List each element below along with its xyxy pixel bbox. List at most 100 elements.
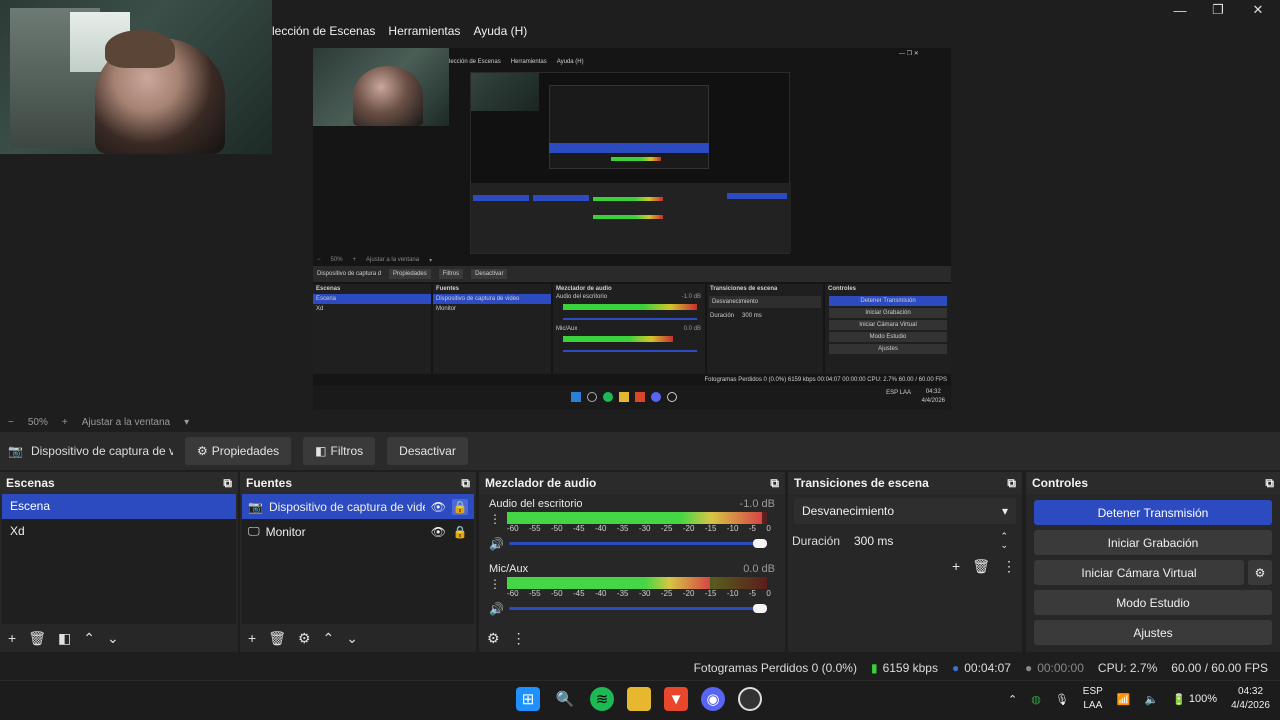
move-down-icon[interactable]: ⌄ [346,630,358,647]
move-up-icon[interactable]: ⌃ [83,630,95,647]
mixer-toolbar: ⚙ ⋮ [479,624,785,652]
volume-slider[interactable] [509,604,767,613]
nested-context-source: Dispositivo de captura d [317,271,382,277]
meter-tick-label: -50 [550,524,563,533]
status-dot-icon[interactable]: ◍ [1031,693,1041,706]
meter-tick-label: -25 [660,589,673,598]
camera-icon: 📷 [248,499,263,514]
spotify-icon[interactable]: ≋ [590,687,614,711]
gear-icon[interactable]: ⚙ [487,630,500,647]
zoom-out-button[interactable]: − [8,417,14,428]
move-up-icon[interactable]: ⌃ [323,630,335,647]
search-icon[interactable]: 🔍 [553,687,577,711]
microphone-icon[interactable]: 🎙 [1055,693,1069,706]
lock-icon[interactable]: 🔒 [452,498,468,515]
clock[interactable]: 04:32 4/4/2026 [1231,685,1270,713]
lock-icon[interactable]: 🔒 [452,524,468,540]
undock-icon[interactable]: ⧉ [1265,476,1274,491]
channel-db: 0.0 dB [743,563,775,575]
eye-icon[interactable]: 👁 [431,500,446,514]
close-button[interactable]: ✕ [1238,0,1278,20]
kebab-menu-icon[interactable]: ⋮ [489,577,501,591]
battery-indicator[interactable]: 🔋 100% [1172,693,1217,706]
wifi-icon[interactable]: 📶 [1117,693,1131,706]
spin-arrows-icon[interactable]: ⌃ ⌄ [1000,532,1008,550]
add-icon[interactable]: + [8,630,16,646]
speaker-icon[interactable]: 🔊 [489,602,504,616]
fit-to-window[interactable]: Ajustar a la ventana [82,417,170,428]
transitions-dock: Transiciones de escena ⧉ Desvanecimiento … [788,472,1022,652]
nested-context-btn: Propiedades [389,269,431,279]
meter-tick-label: -35 [616,589,629,598]
speaker-icon[interactable]: 🔊 [489,537,504,551]
kebab-menu-icon[interactable]: ⋮ [512,630,526,647]
obs-icon[interactable] [738,687,762,711]
virtual-cam-settings-button[interactable]: ⚙ [1248,560,1272,585]
gear-icon[interactable]: ⚙ [298,630,311,647]
add-icon[interactable]: + [248,630,256,646]
filters-button[interactable]: ◧ Filtros [303,437,376,465]
trash-icon[interactable]: 🗑 [28,630,46,647]
restore-button[interactable]: ❐ [1198,0,1238,20]
brave-icon[interactable]: ▼ [664,687,688,711]
level-meter [507,512,767,524]
eye-icon[interactable]: 👁 [431,525,446,539]
language-indicator[interactable]: ESP LAA [1083,685,1103,713]
meter-tick-label: -30 [638,589,651,598]
sources-list: 📷 Dispositivo de captura de video 👁 🔒 🖵 … [242,494,474,624]
source-item[interactable]: 🖵 Monitor 👁 🔒 [242,519,474,544]
discord-icon[interactable]: ◉ [701,687,725,711]
close-icon: ✕ [1252,2,1264,17]
duration-spinbox[interactable]: 300 ms ⌃ ⌄ [846,528,1016,554]
filter-icon[interactable]: ◧ [58,630,71,647]
zoom-in-button[interactable]: + [62,417,68,428]
windows-start-icon[interactable]: ⊞ [516,687,540,711]
dropped-frames: Fotogramas Perdidos 0 (0.0%) [693,661,857,675]
record-icon: ● [1024,661,1033,675]
start-recording-button[interactable]: Iniciar Grabación [1034,530,1272,555]
folder-icon[interactable] [627,687,651,711]
settings-button[interactable]: Ajustes [1034,620,1272,645]
program-canvas[interactable]: lección de Escenas Herramientas Ayuda (H… [313,48,951,410]
record-timer: ● 00:00:00 [1024,661,1084,675]
meter-tick-label: -40 [594,524,607,533]
bitrate-indicator: ▮ 6159 kbps [870,661,938,675]
meter-tick-label: -5 [748,589,756,598]
trash-icon[interactable]: 🗑 [268,630,286,647]
meter-tick-label: 0 [766,589,771,598]
meter-tick-label: -20 [682,589,695,598]
volume-icon[interactable]: 🔈 [1145,693,1159,706]
move-down-icon[interactable]: ⌄ [107,630,119,647]
undock-icon[interactable]: ⧉ [1007,476,1016,491]
volume-slider[interactable] [509,539,767,548]
transition-select[interactable]: Desvanecimiento ▾ [794,498,1016,524]
kebab-menu-icon[interactable]: ⋮ [1002,558,1016,575]
scene-item[interactable]: Escena [2,494,236,519]
stop-stream-button[interactable]: Detener Transmisión [1034,500,1272,525]
source-item[interactable]: 📷 Dispositivo de captura de video 👁 🔒 [242,494,474,519]
add-icon[interactable]: + [952,558,960,575]
chevron-down-icon[interactable]: ▾ [184,417,189,428]
undock-icon[interactable]: ⧉ [770,476,779,491]
volume-knob[interactable] [753,539,767,548]
menu-scene-collection[interactable]: lección de Escenas [272,24,375,38]
trash-icon[interactable]: 🗑 [972,558,990,575]
properties-button[interactable]: ⚙ Propiedades [185,437,292,465]
context-bar: 📷 Dispositivo de captura de v ⚙ Propieda… [0,432,1280,470]
scene-item[interactable]: Xd [2,519,236,544]
menu-tools[interactable]: Herramientas [388,24,460,38]
start-virtual-cam-button[interactable]: Iniciar Cámara Virtual [1034,560,1244,585]
stream-icon: ● [951,661,960,675]
kebab-menu-icon[interactable]: ⋮ [489,512,501,526]
scenes-list: Escena Xd [2,494,236,624]
undock-icon[interactable]: ⧉ [461,476,470,491]
studio-mode-button[interactable]: Modo Estudio [1034,590,1272,615]
volume-knob[interactable] [753,604,767,613]
chevron-up-icon[interactable]: ⌃ [1008,693,1017,706]
minimize-button[interactable]: — [1160,0,1200,20]
meter-tick-label: -60 [507,589,519,598]
undock-icon[interactable]: ⧉ [223,476,232,491]
menu-help[interactable]: Ayuda (H) [473,24,527,38]
deactivate-button[interactable]: Desactivar [387,437,468,465]
chevron-down-icon: ▾ [1001,504,1008,518]
